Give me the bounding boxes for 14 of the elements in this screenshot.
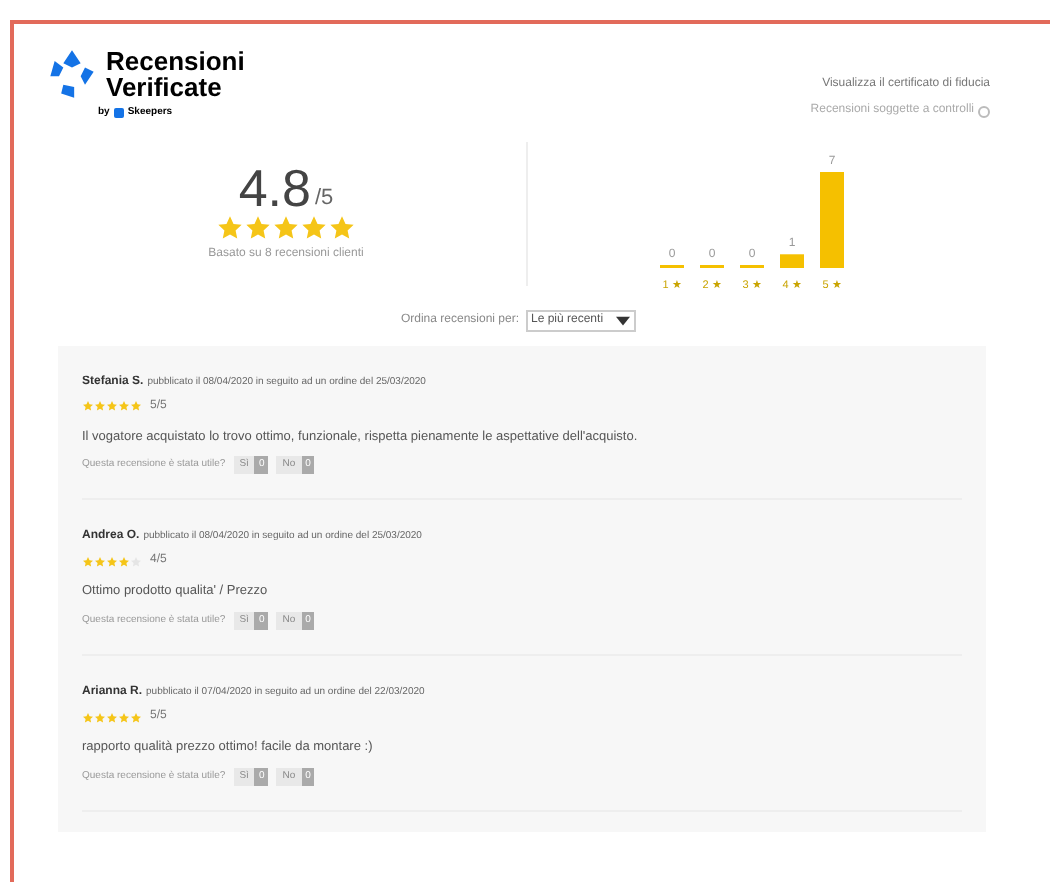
score-scale: /5 (314, 183, 334, 213)
star-icon (216, 214, 244, 242)
brand-icon (113, 108, 124, 119)
chart-bar (819, 171, 843, 267)
star-icon (300, 214, 328, 242)
caret-icon (615, 315, 630, 325)
logo-icon (46, 48, 98, 100)
info-icon[interactable] (978, 105, 990, 117)
chart-bar (779, 253, 803, 267)
logo-title: Recensioni Verificate (106, 48, 247, 100)
star-icon (244, 214, 272, 242)
star-icon (328, 214, 356, 242)
star-icon (272, 214, 300, 242)
average-score: 4.8 (238, 162, 311, 214)
